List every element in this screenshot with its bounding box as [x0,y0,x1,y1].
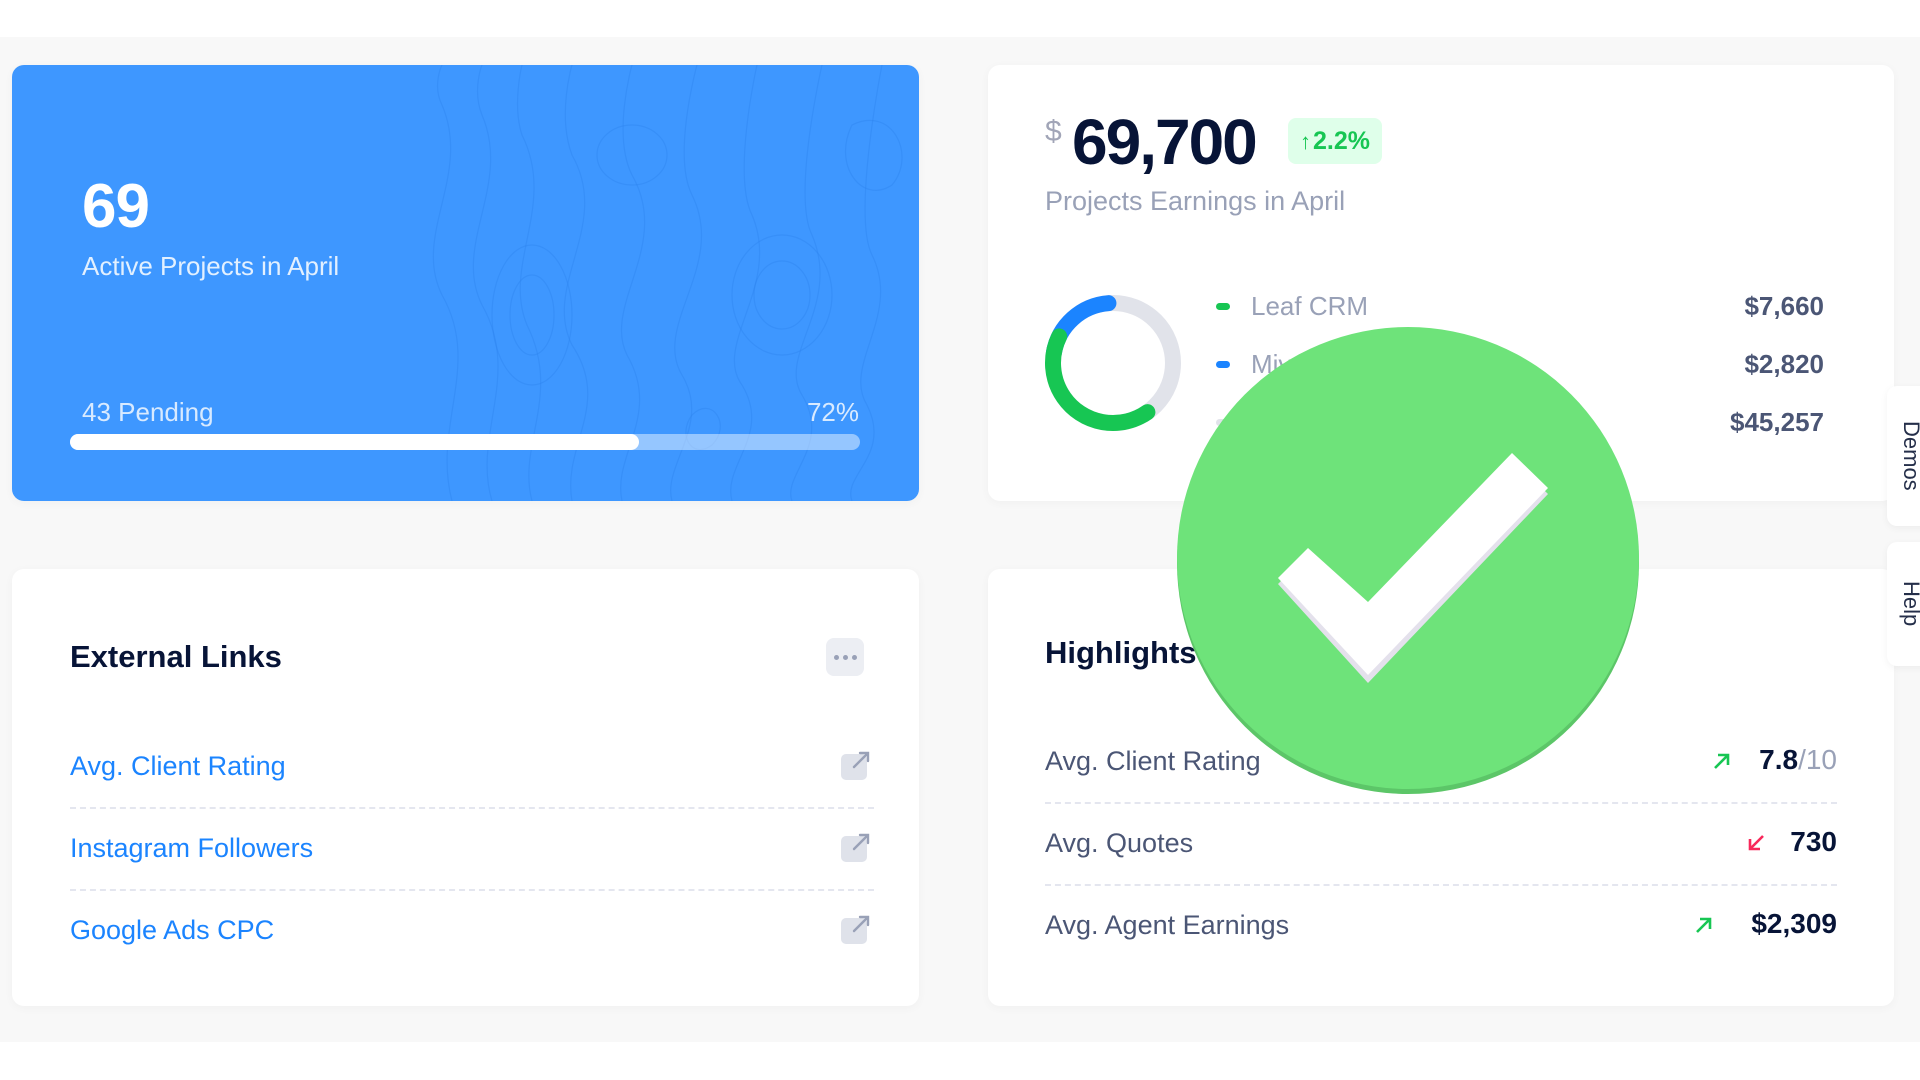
legend-bullet [1216,303,1230,310]
external-link-icon[interactable] [840,831,872,863]
link-row: Google Ads CPC [70,891,874,973]
ellipsis-icon-dot [842,654,848,660]
legend-item-others: Others $45,257 [1216,403,1824,443]
legend-value: $45,257 [1730,407,1824,437]
legend-value: $7,660 [1744,291,1824,321]
legend-name: Mivy App [1251,349,1357,379]
trend-down-icon [1748,835,1764,851]
earnings-donut-chart [1045,295,1181,431]
ellipsis-icon-dot [851,654,857,660]
donut-segment-mivy-app [1045,295,1181,431]
trend-up-icon [1696,917,1712,933]
legend-item-leaf-crm: Leaf CRM $7,660 [1216,287,1824,327]
legend-bullet [1216,419,1230,426]
earnings-label: Projects Earnings in April [1045,186,1346,216]
value-number: 7.8 [1759,744,1799,775]
trend-up-icon [1714,753,1730,769]
external-links-card: External Links Avg. Client Rating Instag… [12,569,919,1006]
active-projects-label: Active Projects in April [82,251,340,281]
highlight-row: Avg. Client Rating 7.8/10 [1045,722,1837,804]
link-row: Avg. Client Rating [70,727,874,809]
value-denominator: /10 [1798,744,1837,775]
highlights-card: Highlights Avg. Client Rating 7.8/10 Avg… [988,569,1894,1006]
highlight-row: Avg. Quotes 730 [1045,804,1837,886]
earnings-card: $ 69,700 ↑2.2% Projects Earnings in Apri… [988,65,1894,501]
highlight-row: Avg. Agent Earnings $2,309 [1045,886,1837,968]
legend-name: Others [1251,407,1330,437]
highlight-value: 7.8/10 [1759,744,1837,776]
legend-name: Leaf CRM [1251,291,1369,321]
link-avg-client-rating[interactable]: Avg. Client Rating [70,751,286,782]
highlight-label: Avg. Agent Earnings [1045,910,1290,940]
ellipsis-icon [833,654,839,660]
arrow-up-icon: ↑ [1300,129,1311,154]
link-google-ads-cpc[interactable]: Google Ads CPC [70,915,274,946]
change-value: 2.2% [1313,127,1370,155]
highlight-value: $2,309 [1751,908,1837,939]
highlight-value: 730 [1790,826,1837,857]
side-tab-label: Demos [1899,421,1920,491]
external-link-icon[interactable] [840,913,872,945]
link-row: Instagram Followers [70,809,874,891]
side-tab-help[interactable]: Help [1887,542,1920,666]
progress-bar [70,434,860,450]
progress-percent: 72% [806,397,859,427]
pending-label: 43 Pending [82,397,214,427]
card-title: Highlights [1045,635,1197,670]
change-badge: ↑2.2% [1288,118,1382,164]
earnings-amount: 69,700 [1072,106,1258,178]
legend-value: $2,820 [1744,349,1824,379]
legend-bullet [1216,361,1230,368]
side-tab-demos[interactable]: Demos [1887,386,1920,526]
more-options-button[interactable] [826,638,864,676]
card-title: External Links [70,639,282,674]
donut-segment-leaf-crm [1045,295,1181,431]
progress-bar-fill [70,434,639,450]
legend-item-mivy-app: Mivy App $2,820 [1216,345,1824,385]
external-link-icon[interactable] [840,749,872,781]
highlight-label: Avg. Client Rating [1045,746,1261,776]
side-tab-label: Help [1899,581,1920,627]
active-projects-card: 69 Active Projects in April 43 Pending 7… [12,65,919,501]
currency-symbol: $ [1045,115,1062,148]
active-projects-count: 69 [82,172,150,241]
link-instagram-followers[interactable]: Instagram Followers [70,833,313,864]
highlight-label: Avg. Quotes [1045,828,1194,858]
